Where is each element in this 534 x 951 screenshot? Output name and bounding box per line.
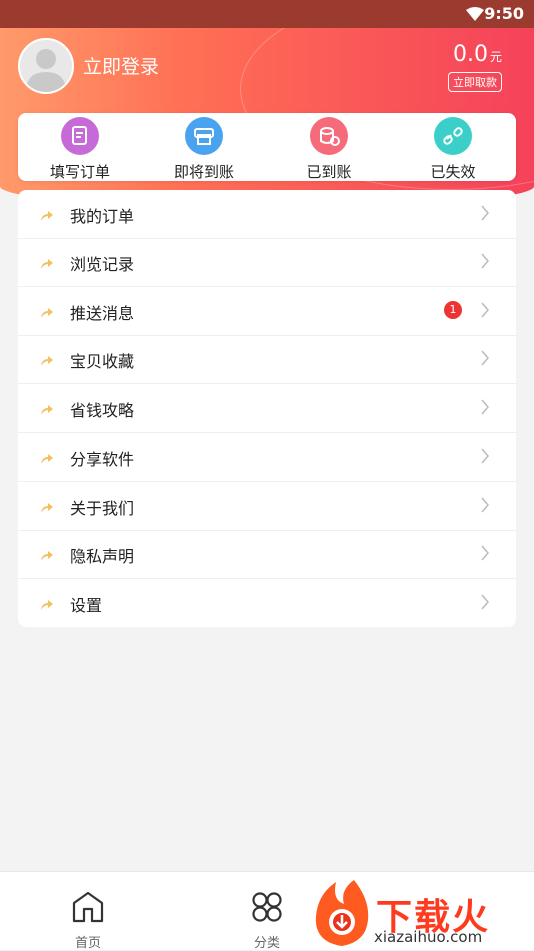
login-button[interactable]: 立即登录	[83, 52, 159, 79]
share-arrow-icon	[40, 401, 54, 420]
order-expired[interactable]: 已失效	[391, 113, 515, 181]
menu-item-settings[interactable]: 设置	[18, 579, 516, 627]
chevron-right-icon	[480, 448, 490, 468]
menu-item-label: 设置	[70, 596, 103, 615]
share-arrow-icon	[40, 596, 54, 615]
balance-unit: 元	[489, 50, 502, 64]
share-arrow-icon	[40, 207, 54, 226]
nav-home-label: 首页	[74, 936, 101, 951]
watermark-url: xiazaihuo.com	[374, 928, 483, 946]
chevron-right-icon	[480, 302, 490, 322]
withdraw-button[interactable]: 立即取款	[448, 72, 502, 92]
order-fill-label: 填写订单	[49, 163, 110, 181]
share-arrow-icon	[40, 450, 54, 469]
category-icon	[250, 892, 284, 928]
status-time: 9:50	[484, 4, 524, 23]
menu-item-about-us[interactable]: 关于我们	[18, 482, 516, 531]
share-arrow-icon	[40, 304, 54, 323]
share-arrow-icon	[40, 352, 54, 371]
wifi-icon	[466, 6, 484, 25]
menu-item-label: 分享软件	[70, 450, 135, 469]
order-pending[interactable]: 即将到账	[142, 113, 266, 181]
menu-item-privacy[interactable]: 隐私声明	[18, 530, 516, 579]
order-received[interactable]: 已到账	[267, 113, 391, 181]
menu-item-messages[interactable]: 推送消息 1	[18, 287, 516, 336]
broken-link-icon	[434, 117, 472, 155]
coins-icon	[310, 117, 348, 155]
chevron-right-icon	[480, 545, 490, 565]
menu-item-history[interactable]: 浏览记录	[18, 238, 516, 287]
menu-item-label: 关于我们	[70, 499, 135, 518]
menu-item-label: 宝贝收藏	[70, 352, 135, 371]
menu-item-saving-tips[interactable]: 省钱攻略	[18, 384, 516, 433]
menu-item-label: 隐私声明	[70, 547, 135, 566]
menu-item-label: 浏览记录	[70, 255, 135, 274]
share-arrow-icon	[40, 499, 54, 518]
order-pending-label: 即将到账	[173, 163, 234, 181]
menu-item-label: 推送消息	[70, 304, 135, 323]
watermark: 下载火 xiazaihuo.com	[310, 872, 534, 949]
chevron-right-icon	[480, 399, 490, 419]
chevron-right-icon	[480, 205, 490, 225]
menu-item-my-orders[interactable]: 我的订单	[18, 190, 516, 239]
chevron-right-icon	[480, 594, 490, 614]
share-arrow-icon	[40, 255, 54, 274]
default-avatar-icon	[26, 49, 66, 92]
share-arrow-icon	[40, 547, 54, 566]
balance-value: 0.0	[452, 42, 488, 67]
menu-list: 我的订单 浏览记录 推送消息 1 宝贝收藏 省钱攻略 分享软件 关于我们 隐私声…	[18, 190, 516, 627]
nav-category[interactable]: 分类	[237, 890, 297, 951]
order-expired-label: 已失效	[430, 163, 476, 181]
chevron-right-icon	[480, 497, 490, 517]
nav-home[interactable]: 首页	[58, 890, 118, 951]
chevron-right-icon	[480, 350, 490, 370]
order-received-label: 已到账	[306, 163, 352, 181]
order-fill[interactable]: 填写订单	[18, 113, 142, 181]
menu-item-label: 我的订单	[70, 207, 135, 226]
notification-badge: 1	[444, 301, 462, 319]
home-icon	[71, 891, 105, 928]
chevron-right-icon	[480, 253, 490, 273]
nav-category-label: 分类	[253, 936, 280, 951]
avatar[interactable]	[18, 38, 74, 94]
edit-document-icon	[61, 117, 99, 155]
menu-item-favorites[interactable]: 宝贝收藏	[18, 335, 516, 384]
status-bar: 9:50	[0, 0, 534, 28]
order-status-card: 填写订单 即将到账 已到账 已失效	[18, 113, 516, 181]
menu-item-label: 省钱攻略	[70, 401, 135, 420]
menu-item-share-app[interactable]: 分享软件	[18, 433, 516, 482]
balance-display: 0.0 元	[453, 42, 502, 67]
printer-icon	[185, 117, 223, 155]
